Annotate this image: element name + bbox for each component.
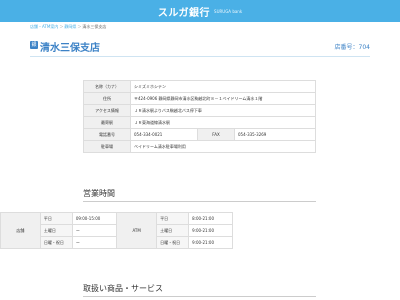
store-time: ー [71, 236, 118, 249]
page-title: 清水三保支店 [40, 43, 100, 54]
brand-logo[interactable]: スルガ銀行 [158, 4, 210, 19]
info-value: シミズミホシテン [130, 80, 316, 93]
info-label: アクセス情報 [83, 104, 131, 117]
phone-value[interactable]: 054-334-0021 [130, 128, 198, 141]
info-label: 名称（カナ） [83, 80, 131, 93]
info-label: 住所 [83, 92, 131, 105]
store-number: 店番号：704 [334, 44, 370, 51]
hours-title: 営業時間 [83, 189, 115, 198]
fax-label: FAX [197, 128, 235, 141]
hours-divider [83, 201, 316, 202]
table-row: 電話番号 054-334-0021 FAX 054-335-3269 [83, 128, 316, 141]
table-row: 店舗 平日 09:00-15:00 ATM 平日 8:00-21:00 [0, 212, 233, 249]
title-divider [30, 56, 370, 57]
store-time: 09:00-15:00 [71, 212, 118, 225]
branch-info-table: 名称（カナ） シミズミホシテン 住所 〒424-0906 静岡県静岡市清水区駒越… [83, 80, 316, 153]
breadcrumb: 店舗・ATM案内＞静岡県＞清水三保支店 [30, 24, 107, 29]
info-value: ＪＲ東海道線清水駅 [130, 116, 316, 129]
day-label: 日曜・祝日 [156, 236, 190, 249]
info-label: 最寄駅 [83, 116, 131, 129]
fax-value: 054-335-3269 [234, 128, 316, 141]
day-label: 土曜日 [39, 224, 73, 237]
day-label: 日曜・祝日 [39, 236, 73, 249]
atm-time: 8:00-21:00 [188, 212, 233, 225]
parking-value: ベイドリーム清水駐車場利用 [130, 140, 316, 153]
title-row: 銀 清水三保支店 店番号：704 [30, 40, 370, 54]
atm-time: 9:00-21:00 [188, 236, 233, 249]
store-time: ー [71, 224, 118, 237]
table-row: 最寄駅 ＪＲ東海道線清水駅 [83, 116, 316, 129]
services-title: 取扱い商品・サービス [83, 284, 163, 293]
store-hours-label: 店舗 [0, 212, 41, 249]
atm-hours-label: ATM [116, 212, 158, 249]
info-value: 〒424-0906 静岡県静岡市清水区駒越北町８－１ベイドリーム清水１階 [130, 92, 316, 105]
table-row: 駐車場 ベイドリーム清水駐車場利用 [83, 140, 316, 153]
day-label: 土曜日 [156, 224, 190, 237]
phone-label: 電話番号 [83, 128, 131, 141]
breadcrumb-item-atm[interactable]: 店舗・ATM案内 [30, 24, 58, 29]
day-label: 平日 [156, 212, 190, 225]
info-value: ＪＲ清水駅よりバス駒越北バス停下車 [130, 104, 316, 117]
table-row: 名称（カナ） シミズミホシテン [83, 80, 316, 93]
site-header: スルガ銀行 SURUGA bank [0, 0, 400, 22]
breadcrumb-current: 清水三保支店 [82, 24, 107, 29]
services-divider [83, 296, 316, 297]
hours-table: 店舗 平日 09:00-15:00 ATM 平日 8:00-21:00 土曜日 … [0, 212, 233, 249]
atm-time: 9:00-21:00 [188, 224, 233, 237]
day-label: 平日 [39, 212, 73, 225]
brand-sub: SURUGA bank [214, 8, 243, 14]
table-row: アクセス情報 ＪＲ清水駅よりバス駒越北バス停下車 [83, 104, 316, 117]
table-row: 住所 〒424-0906 静岡県静岡市清水区駒越北町８－１ベイドリーム清水１階 [83, 92, 316, 105]
parking-label: 駐車場 [83, 140, 131, 153]
bank-icon: 銀 [30, 41, 38, 49]
breadcrumb-item-pref[interactable]: 静岡県 [64, 24, 76, 29]
